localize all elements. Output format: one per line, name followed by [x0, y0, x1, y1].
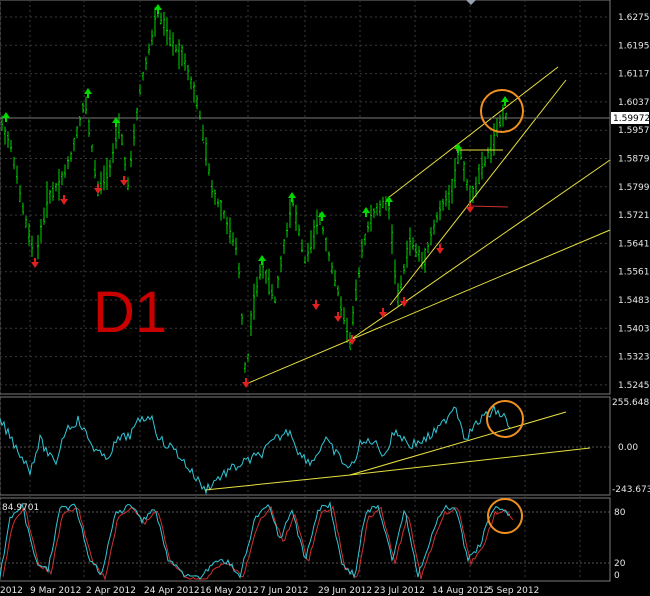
price-tick: 1.54830 — [618, 296, 650, 306]
price-tick: 1.57990 — [618, 183, 650, 193]
stoch-tick-20: 20 — [614, 559, 626, 569]
price-tick: 1.56410 — [618, 239, 650, 249]
cci-tick-max: 255.6487 — [612, 398, 650, 408]
price-tick: 1.61170 — [618, 70, 650, 80]
date-tick: 24 Apr 2012 — [144, 586, 200, 596]
date-tick: 14 Aug 2012 — [432, 586, 490, 596]
timeframe-label: D1 — [93, 280, 167, 345]
date-tick: 23 Jul 2012 — [374, 586, 425, 596]
current-price-label: 1.59972 — [613, 114, 650, 124]
price-tick: 1.57210 — [618, 211, 650, 221]
stoch-tick-0: 0 — [614, 571, 620, 581]
price-tick: 1.52450 — [618, 381, 650, 391]
date-tick: 5 Sep 2012 — [488, 586, 539, 596]
date-tick: 29 Jun 2012 — [318, 586, 372, 596]
stoch-tick-max: 84.9701 — [2, 503, 39, 513]
price-tick: 1.55610 — [618, 268, 650, 278]
date-tick: 7 Jun 2012 — [260, 586, 308, 596]
price-tick: 1.53230 — [618, 353, 650, 363]
price-tick: 1.60370 — [618, 98, 650, 108]
cci-scale: 255.6487 0.00 -243.673 — [612, 398, 650, 495]
price-tick: 1.54030 — [618, 324, 650, 334]
current-price-box: 1.59972 — [611, 112, 650, 124]
cci-tick-min: -243.673 — [612, 485, 650, 495]
price-scale: 1.62750 1.61950 1.61170 1.60370 1.59570 1.587… — [618, 13, 650, 391]
price-tick: 1.59570 — [618, 126, 650, 136]
trading-chart[interactable]: D1 1.627501.619501.611701.603701.595701.… — [0, 0, 650, 596]
date-tick: 16 May 2012 — [200, 586, 259, 596]
price-tick: 1.61950 — [618, 41, 650, 51]
price-tick: 1.62750 — [618, 13, 650, 23]
date-tick: 2 Apr 2012 — [86, 586, 136, 596]
date-scale: 2012 9 Mar 2012 2 Apr 2012 24 Apr 2012 16 Ma… — [0, 586, 539, 596]
price-tick: 1.58790 — [618, 155, 650, 165]
cci-tick-zero: 0.00 — [618, 443, 638, 453]
date-tick: 2012 — [0, 586, 23, 596]
stoch-tick-80: 80 — [614, 508, 626, 518]
date-tick: 9 Mar 2012 — [30, 586, 81, 596]
